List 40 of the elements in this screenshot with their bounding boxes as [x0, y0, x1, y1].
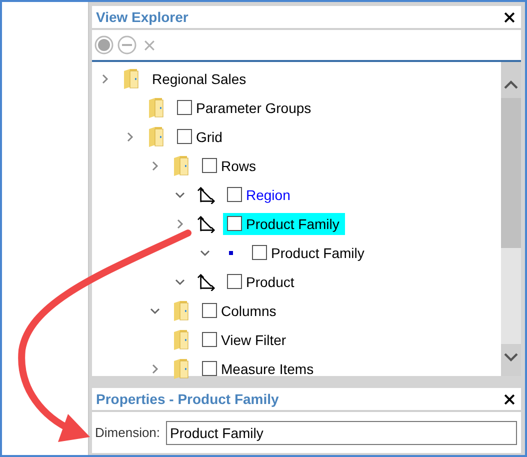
field-label: Dimension:	[95, 425, 160, 440]
checkbox[interactable]	[227, 274, 242, 289]
collapse-chevron-icon[interactable]	[175, 276, 185, 286]
panel-title: View Explorer	[96, 9, 188, 25]
expand-chevron-icon[interactable]	[175, 218, 185, 228]
scrollbar-thumb[interactable]	[501, 98, 521, 248]
collapse-chevron-icon[interactable]	[150, 306, 160, 316]
scroll-down-icon[interactable]	[504, 352, 518, 362]
tree-item[interactable]: Product	[223, 270, 300, 292]
tree-item[interactable]: Product Family	[223, 212, 346, 234]
tree-item[interactable]: Region	[223, 184, 296, 206]
expand-chevron-icon[interactable]	[150, 364, 160, 374]
scroll-up-icon[interactable]	[504, 80, 518, 90]
checkbox[interactable]	[177, 129, 192, 144]
expand-chevron-icon[interactable]	[125, 132, 135, 142]
collapse-chevron-icon[interactable]	[200, 248, 210, 258]
checkbox[interactable]	[227, 216, 242, 231]
tree-item[interactable]: View Filter	[198, 328, 292, 350]
tree-item[interactable]: Rows	[198, 154, 262, 176]
tree-item[interactable]: Grid	[173, 126, 228, 148]
close-icon[interactable]	[504, 12, 515, 22]
scrollbar[interactable]	[501, 62, 521, 376]
expand-chevron-icon[interactable]	[100, 74, 110, 84]
checkbox[interactable]	[202, 303, 217, 318]
tree-item[interactable]: Product Family	[248, 242, 370, 264]
dimension-field[interactable]: Product Family	[166, 420, 517, 444]
tree-item[interactable]: Columns	[198, 300, 282, 322]
close-icon[interactable]	[504, 394, 515, 404]
checkbox[interactable]	[202, 158, 217, 173]
tree-item[interactable]: Regional Sales	[148, 68, 252, 90]
checkbox[interactable]	[252, 245, 267, 260]
tree-item[interactable]: Parameter Groups	[173, 96, 318, 118]
checkbox[interactable]	[177, 100, 192, 115]
expand-chevron-icon[interactable]	[150, 160, 160, 170]
checkbox[interactable]	[227, 187, 242, 202]
checkbox[interactable]	[202, 332, 217, 347]
collapse-chevron-icon[interactable]	[175, 190, 185, 200]
panel-title: Properties - Product Family	[96, 391, 279, 407]
tree-item[interactable]: Measure Items	[198, 358, 320, 380]
checkbox[interactable]	[202, 361, 217, 376]
